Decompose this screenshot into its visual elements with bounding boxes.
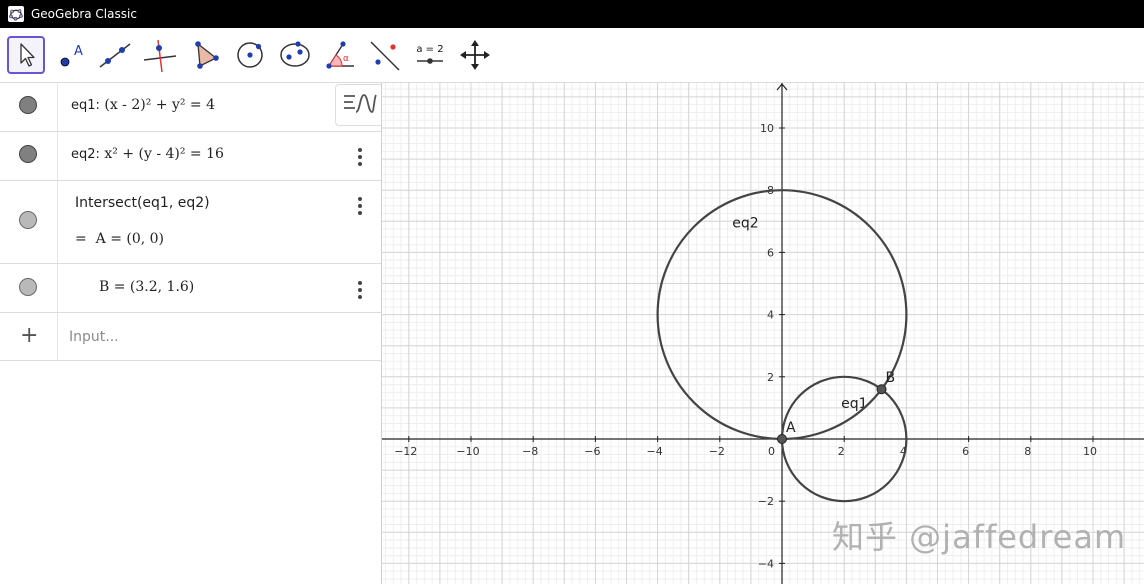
slider-tool-button[interactable]: a = 2 [411, 36, 449, 74]
title-bar: GeoGebra Classic [0, 0, 1144, 28]
point-a-value: A = (0, 0) [95, 231, 165, 247]
x-tick-label: 8 [1024, 445, 1031, 458]
algebra-row-b[interactable]: B = (3.2, 1.6) [0, 264, 381, 313]
point-label-B: B [886, 370, 896, 386]
reflect-tool-button[interactable] [366, 36, 404, 74]
intersect-command[interactable]: Intersect(eq1, eq2) [75, 195, 210, 211]
algebra-input-row[interactable]: + Input... [0, 313, 381, 361]
y-tick-label: 10 [760, 122, 774, 135]
algebra-expression-eq1[interactable]: eq1: (x - 2)² + y² = 4 [71, 97, 215, 113]
eq2-label: eq2: [71, 147, 100, 162]
visibility-toggle-a[interactable] [19, 211, 37, 229]
slider-icon: a = 2 [416, 44, 444, 64]
y-tick-label: 2 [767, 371, 774, 384]
add-item-icon[interactable]: + [20, 323, 38, 348]
algebra-style-icon [344, 94, 377, 113]
more-options-icon[interactable] [357, 197, 363, 218]
move-tool-button[interactable] [7, 36, 45, 74]
angle-tool-glyph: α [343, 54, 349, 64]
slider-tool-glyph: a = 2 [416, 44, 443, 55]
line-tool-button[interactable] [96, 36, 134, 74]
toolbar: A α a = 2 [0, 28, 1144, 83]
point-b-value: B = (3.2, 1.6) [99, 279, 195, 295]
circle-center-point-tool-button[interactable] [231, 36, 269, 74]
graphics-canvas[interactable]: −12 −10 −8 −6 −4 −2 2 4 6 8 10−4−22468100eq1eq2AB [382, 83, 1144, 584]
window-title: GeoGebra Classic [31, 7, 137, 21]
y-tick-label: −2 [758, 495, 774, 508]
point-tool-button[interactable]: A [52, 36, 90, 74]
x-tick-label: −10 [456, 445, 479, 458]
algebra-row-eq2[interactable]: eq2: x² + (y - 4)² = 16 [0, 132, 381, 181]
eq1-definition: (x - 2)² + y² = 4 [104, 97, 216, 113]
polygon-tool-button[interactable] [186, 36, 224, 74]
x-tick-label: −2 [709, 445, 725, 458]
move-arrows-icon [460, 40, 490, 70]
angle-icon: α [326, 41, 354, 69]
eq2-definition: x² + (y - 4)² = 16 [104, 146, 224, 162]
more-options-icon[interactable] [357, 281, 363, 302]
algebra-expression-eq2[interactable]: eq2: x² + (y - 4)² = 16 [71, 146, 224, 162]
watermark: 知乎 @jaffedream [832, 518, 1127, 556]
point-tool-glyph: A [74, 44, 83, 59]
move-graphics-view-tool-button[interactable] [456, 36, 494, 74]
label-eq2: eq2 [732, 216, 758, 232]
x-tick-label: 2 [838, 445, 845, 458]
x-tick-label: −6 [584, 445, 600, 458]
perpendicular-line-icon [143, 39, 177, 73]
circle-icon [237, 42, 263, 68]
ellipse-icon [280, 41, 310, 67]
line-icon [99, 43, 131, 68]
polygon-icon [195, 41, 219, 69]
point-icon: A [60, 44, 83, 67]
algebra-view: eq1: (x - 2)² + y² = 4 eq2: x² + (y - 4)… [0, 83, 382, 584]
visibility-toggle-eq2[interactable] [19, 145, 37, 163]
result-equals-sign: = [75, 231, 87, 247]
x-tick-label: −12 [394, 445, 417, 458]
y-tick-label: 6 [767, 246, 774, 259]
y-tick-label: 4 [767, 309, 774, 322]
algebra-row-eq1[interactable]: eq1: (x - 2)² + y² = 4 [0, 83, 381, 132]
more-options-icon[interactable] [357, 148, 363, 169]
ellipse-tool-button[interactable] [276, 36, 314, 74]
algebra-input-field[interactable]: Input... [69, 329, 119, 345]
eq1-label: eq1: [71, 98, 100, 113]
reflect-icon [370, 41, 400, 71]
arrow-cursor-icon [20, 43, 35, 67]
x-tick-label: 6 [962, 445, 969, 458]
graphics-view[interactable]: −12 −10 −8 −6 −4 −2 2 4 6 8 10 −4 −2 2 4 6 8 10 0 eq1 eq2 A B [382, 83, 1144, 584]
x-tick-label: −4 [646, 445, 662, 458]
x-tick-label: −8 [522, 445, 538, 458]
geogebra-logo-icon [8, 6, 24, 22]
style-bar-toggle-button[interactable] [335, 84, 381, 126]
angle-tool-button[interactable]: α [321, 36, 359, 74]
origin-label: 0 [768, 445, 775, 458]
perpendicular-line-tool-button[interactable] [141, 36, 179, 74]
visibility-toggle-eq1[interactable] [19, 96, 37, 114]
algebra-row-intersect[interactable]: Intersect(eq1, eq2) = A = (0, 0) [0, 181, 381, 264]
visibility-toggle-b[interactable] [19, 278, 37, 296]
x-tick-label: 10 [1083, 445, 1097, 458]
y-tick-label: −4 [758, 557, 774, 570]
point-label-A: A [786, 420, 796, 436]
intersect-result-a: = A = (0, 0) [75, 231, 164, 247]
